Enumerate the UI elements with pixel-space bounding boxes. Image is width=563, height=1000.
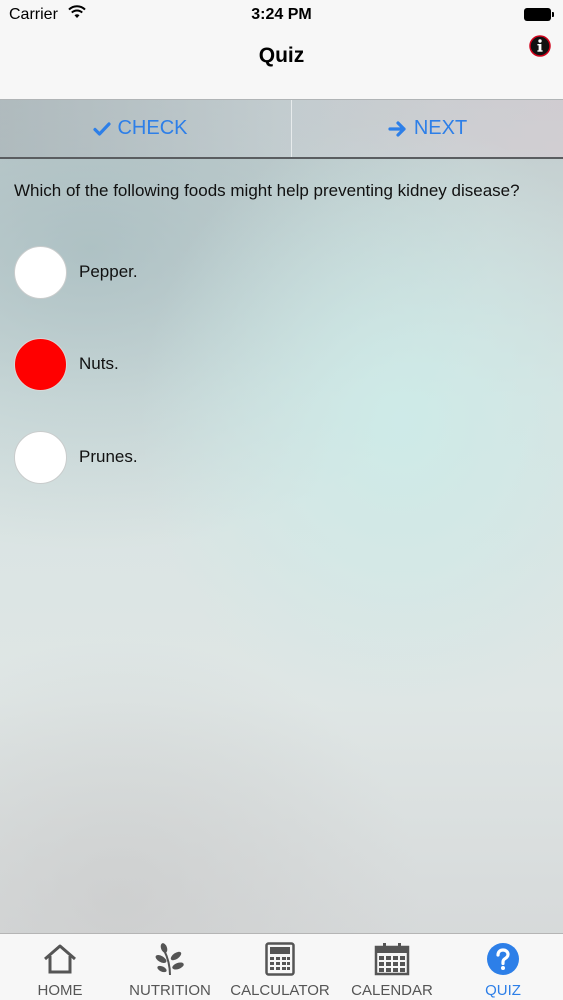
- home-icon: [4, 941, 116, 977]
- tab-home[interactable]: HOME: [4, 934, 116, 1000]
- option-nuts[interactable]: Nuts.: [14, 338, 534, 392]
- option-label: Prunes.: [79, 447, 138, 466]
- option-radio[interactable]: [14, 431, 67, 484]
- option-radio[interactable]: [14, 246, 67, 299]
- tab-quiz[interactable]: QUIZ: [447, 934, 559, 1000]
- tab-bar: HOME NUTRITION CALCULATOR CALENDAR QUIZ: [0, 933, 563, 1000]
- check-button[interactable]: CHECK: [0, 100, 281, 157]
- tab-calculator[interactable]: CALCULATOR: [224, 934, 336, 1000]
- option-pepper[interactable]: Pepper.: [14, 246, 534, 300]
- status-bar: Carrier 3:24 PM: [0, 0, 563, 30]
- calendar-icon: [336, 941, 448, 977]
- action-bar: CHECK NEXT: [0, 100, 563, 159]
- info-icon[interactable]: [529, 35, 551, 57]
- question-icon: [447, 941, 559, 977]
- status-time: 3:24 PM: [251, 6, 312, 23]
- leaf-icon: [114, 941, 226, 977]
- next-button[interactable]: NEXT: [292, 100, 563, 157]
- option-radio-selected[interactable]: [14, 338, 67, 391]
- navigation-bar: Quiz: [0, 30, 563, 100]
- quiz-question: Which of the following foods might help …: [14, 181, 520, 200]
- option-label: Pepper.: [79, 262, 138, 281]
- next-button-label: NEXT: [413, 117, 468, 139]
- tab-calendar[interactable]: CALENDAR: [336, 934, 448, 1000]
- option-prunes[interactable]: Prunes.: [14, 431, 534, 485]
- tab-label: QUIZ: [485, 982, 521, 999]
- page-title: Quiz: [258, 44, 305, 67]
- checkmark-icon: [93, 121, 112, 136]
- calculator-icon: [224, 941, 336, 977]
- option-label: Nuts.: [79, 354, 119, 373]
- check-button-label: CHECK: [117, 117, 188, 139]
- arrow-right-icon: [388, 120, 406, 137]
- battery-icon: [524, 8, 554, 21]
- tab-nutrition[interactable]: NUTRITION: [114, 934, 226, 1000]
